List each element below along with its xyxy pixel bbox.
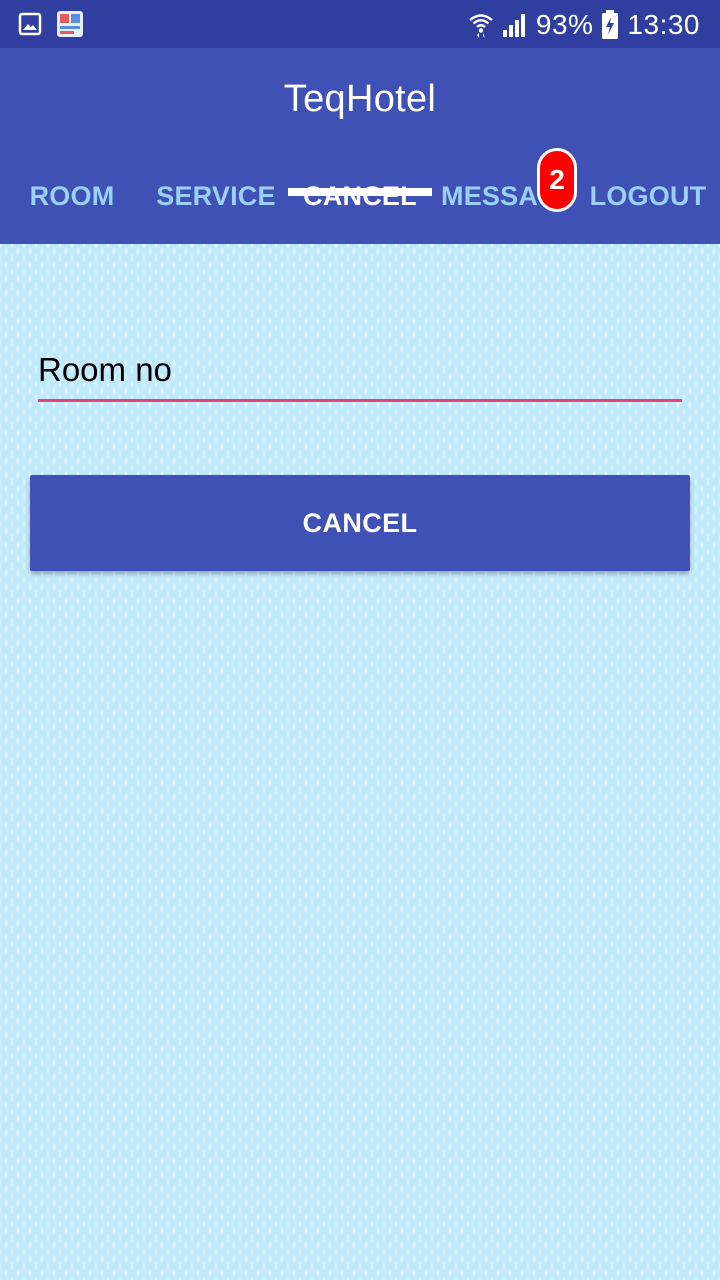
tab-logout[interactable]: LOGOUT [576,148,720,244]
status-bar: 93% 13:30 [0,0,720,48]
tab-service[interactable]: SERVICE [144,148,288,244]
wifi-icon [469,14,493,38]
app-bar: TeqHotel ROOM SERVICE CANCEL MESSAGES LO… [0,48,720,244]
app-notification-icon [57,11,83,37]
gallery-icon [18,12,42,36]
app-title: TeqHotel [283,78,437,120]
tab-cancel[interactable]: CANCEL [288,148,432,244]
messages-badge: 2 [537,148,577,212]
battery-charging-icon [602,10,619,39]
signal-icon [502,14,525,37]
clock: 13:30 [627,9,700,40]
active-tab-indicator [288,188,432,196]
cancel-button[interactable]: CANCEL [30,475,690,571]
tab-bar: ROOM SERVICE CANCEL MESSAGES LOGOUT [0,148,720,244]
tab-room[interactable]: ROOM [0,148,144,244]
battery-percentage: 93% [535,9,594,40]
room-number-input[interactable] [38,346,682,402]
tab-messages[interactable]: MESSAGES [432,148,552,244]
